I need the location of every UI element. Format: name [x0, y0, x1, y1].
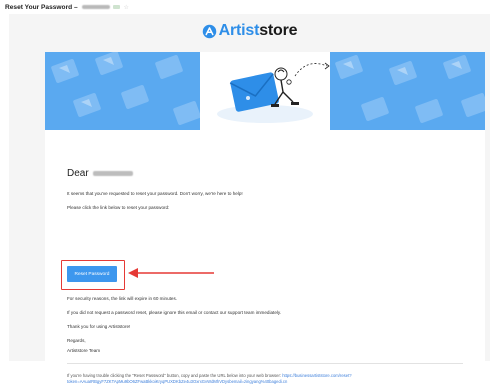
- inbox-label[interactable]: [112, 5, 120, 9]
- email-subject: Reset Your Password –: [5, 4, 110, 11]
- brand-logo: Artist store: [9, 14, 490, 48]
- fallback-link-text: If you're having trouble clicking the "R…: [67, 373, 352, 384]
- signoff-text: Regards,: [67, 338, 86, 343]
- signature-text: Artiststore Team: [67, 348, 101, 353]
- annotation-arrow-icon: [128, 268, 214, 278]
- email-card: Dear It seems that you've requested to r…: [45, 52, 485, 384]
- ignore-text: If you did not request a password reset,…: [67, 310, 282, 315]
- star-icon[interactable]: ☆: [124, 4, 129, 11]
- intro-text: It seems that you've requested to reset …: [67, 191, 243, 196]
- greeting: Dear: [67, 168, 133, 179]
- thanks-text: Thank you for using Artiststore!: [67, 324, 131, 329]
- email-subject-bar: Reset Your Password – ☆: [0, 0, 490, 14]
- banner-illustration: [45, 52, 485, 130]
- logo-icon: [202, 24, 216, 38]
- divider: [67, 363, 463, 364]
- expiry-text: For security reasons, the link will expi…: [67, 296, 178, 301]
- redacted-recipient-name: [92, 170, 133, 176]
- redacted-sender: [81, 4, 110, 9]
- logo-text-store: store: [259, 22, 298, 39]
- annotation-highlight-box: [61, 260, 125, 290]
- logo-text-artist: Artist: [218, 22, 260, 39]
- instruction-text: Please click the link below to reset you…: [67, 205, 170, 210]
- email-body: Artist store Dear It seems that you've r…: [9, 14, 490, 384]
